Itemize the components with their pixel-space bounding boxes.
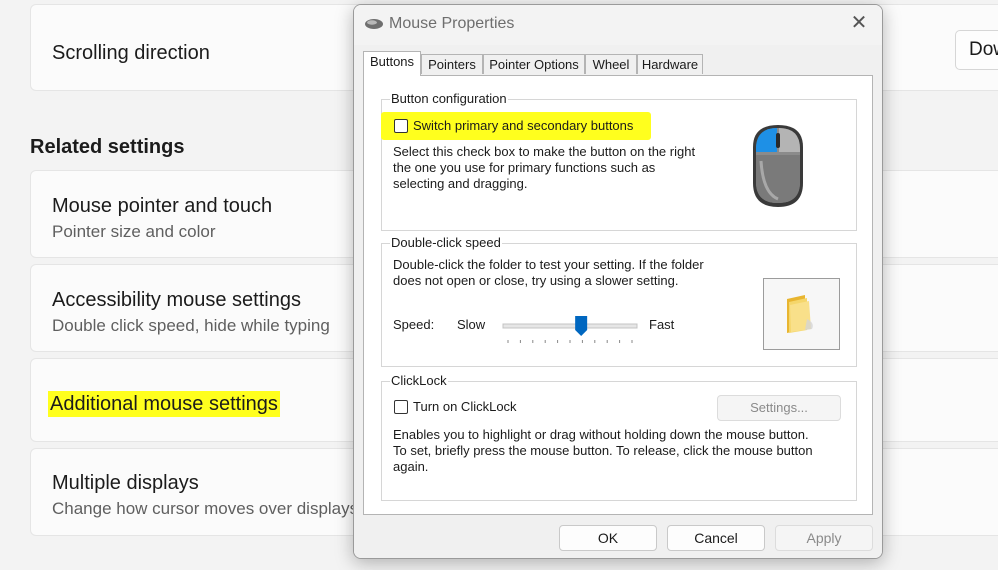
- switch-buttons-label[interactable]: Switch primary and secondary buttons: [413, 118, 633, 134]
- clicklock-desc-line: again.: [393, 459, 429, 474]
- ok-button[interactable]: OK: [559, 525, 657, 551]
- dialog-title: Mouse Properties: [389, 15, 515, 32]
- related-item-title: Accessibility mouse settings: [52, 289, 301, 311]
- related-item-subtitle: Double click speed, hide while typing: [52, 316, 330, 335]
- buttons-tab-panel: Button configuration Switch primary and …: [363, 75, 873, 515]
- clicklock-desc-line: Enables you to highlight or drag without…: [393, 427, 809, 442]
- clicklock-desc-line: To set, briefly press the mouse button. …: [393, 443, 813, 458]
- double-click-desc-line: does not open or close, try using a slow…: [393, 273, 679, 288]
- button-configuration-group: Button configuration Switch primary and …: [381, 91, 857, 231]
- clicklock-group: ClickLock Turn on ClickLock Settings... …: [381, 373, 857, 501]
- button-config-desc-line: selecting and dragging.: [393, 176, 528, 191]
- clicklock-checkbox-label[interactable]: Turn on ClickLock: [413, 399, 517, 415]
- related-item-title: Additional mouse settings: [48, 391, 280, 417]
- mouse-icon: [713, 103, 843, 225]
- slider-thumb[interactable]: [575, 316, 588, 336]
- mouse-app-icon: [365, 19, 383, 29]
- related-item-subtitle: Pointer size and color: [52, 222, 216, 241]
- folder-test-area[interactable]: [763, 278, 840, 350]
- cancel-button[interactable]: Cancel: [667, 525, 765, 551]
- tab-buttons[interactable]: Buttons: [363, 51, 421, 76]
- clicklock-label: ClickLock: [390, 373, 448, 388]
- tab-hardware[interactable]: Hardware: [637, 54, 703, 74]
- tab-pointers[interactable]: Pointers: [421, 54, 483, 74]
- dialog-footer: OK Cancel Apply: [354, 515, 882, 558]
- related-item-subtitle: Change how cursor moves over displays: [52, 499, 359, 518]
- double-click-speed-slider[interactable]: [500, 312, 640, 348]
- apply-button[interactable]: Apply: [775, 525, 873, 551]
- button-configuration-label: Button configuration: [390, 91, 508, 106]
- tab-wheel[interactable]: Wheel: [585, 54, 637, 74]
- folder-icon: [787, 295, 813, 333]
- slow-label: Slow: [457, 317, 486, 332]
- related-item-title: Mouse pointer and touch: [52, 195, 273, 217]
- double-click-speed-group: Double-click speed Double-click the fold…: [381, 235, 857, 367]
- additional-mouse-settings-link[interactable]: Additional mouse settings: [48, 391, 280, 417]
- related-item-title: Multiple displays: [52, 472, 199, 494]
- scrolling-direction-label: Scrolling direction: [52, 42, 210, 64]
- switch-buttons-checkbox[interactable]: [394, 119, 408, 133]
- clicklock-settings-button[interactable]: Settings...: [717, 395, 841, 421]
- close-icon[interactable]: ✕: [848, 12, 870, 34]
- tab-pointer-options[interactable]: Pointer Options: [483, 54, 585, 74]
- button-config-desc-line: the one you use for primary functions su…: [393, 160, 656, 175]
- button-config-desc-line: Select this check box to make the button…: [393, 144, 696, 159]
- speed-label: Speed:: [393, 317, 435, 332]
- mouse-properties-dialog: Mouse Properties ✕ Buttons Pointers Poin…: [353, 4, 883, 559]
- related-settings-heading: Related settings: [30, 136, 185, 158]
- double-click-desc-line: Double-click the folder to test your set…: [393, 257, 704, 272]
- dialog-titlebar[interactable]: Mouse Properties ✕: [354, 5, 882, 45]
- double-click-speed-label: Double-click speed: [390, 235, 502, 250]
- scrolling-direction-dropdown[interactable]: Down: [955, 30, 998, 70]
- fast-label: Fast: [649, 317, 675, 332]
- clicklock-checkbox[interactable]: [394, 400, 408, 414]
